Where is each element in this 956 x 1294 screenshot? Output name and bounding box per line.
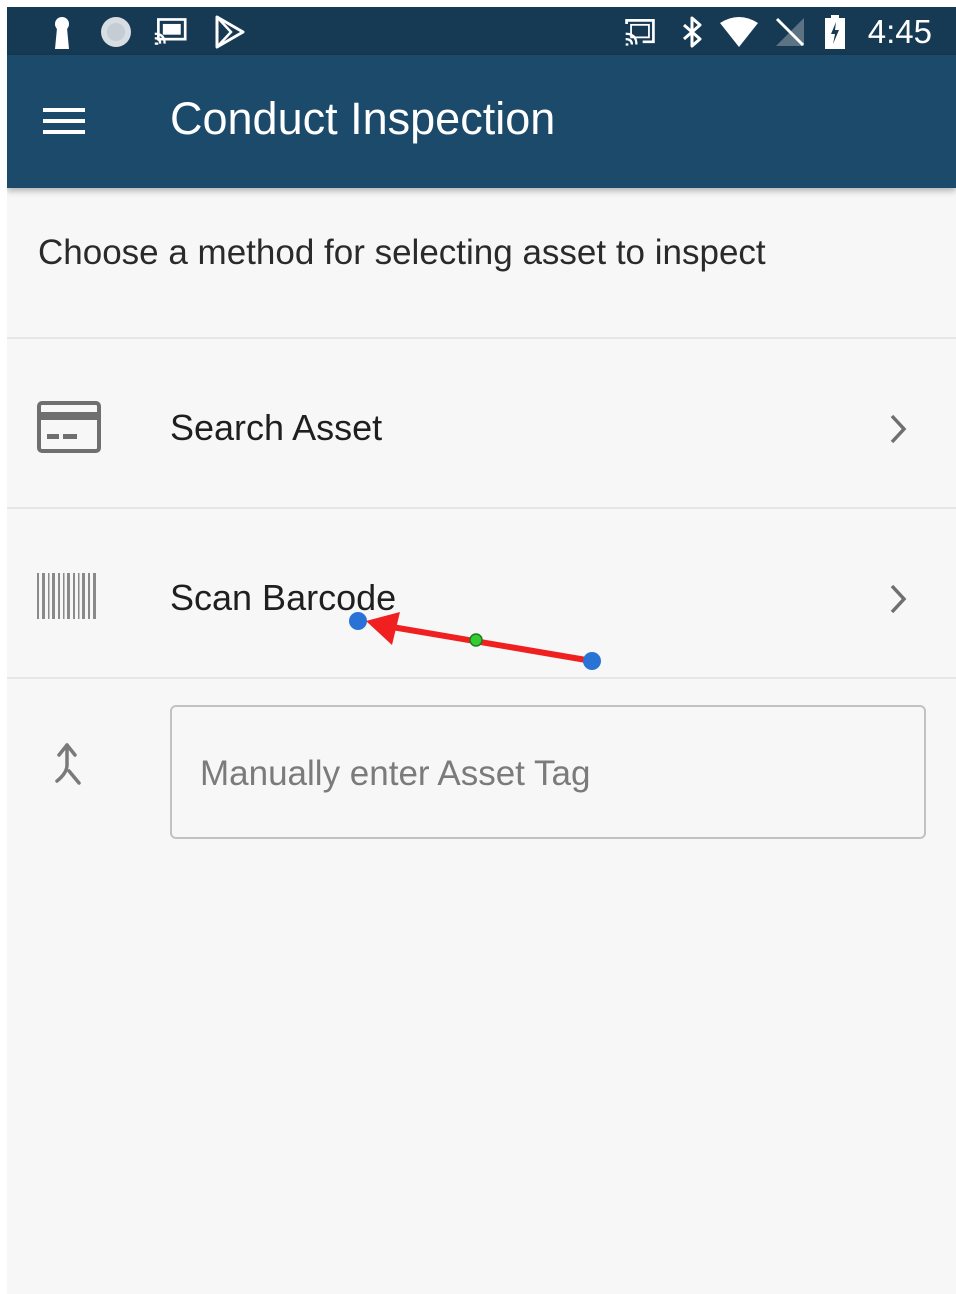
app-bar: Conduct Inspection [7,55,956,188]
battery-charging-icon [825,15,845,49]
status-clock: 4:45 [867,13,932,50]
circle-app-icon [101,17,131,47]
play-store-icon [215,15,245,49]
scan-barcode-option[interactable]: Scan Barcode [7,509,956,677]
divider [7,677,956,679]
search-asset-option[interactable]: Search Asset [7,339,956,507]
chevron-right-icon [890,584,907,614]
asset-tag-field[interactable] [170,705,926,839]
barcode-icon [37,573,96,619]
no-signal-icon [775,17,805,47]
hamburger-menu-icon [43,108,85,134]
instruction-text: Choose a method for selecting asset to i… [38,233,766,272]
wifi-icon [720,17,758,47]
card-icon [37,401,101,453]
merge-arrow-icon [55,743,81,785]
device-screen: 4:45 Conduct Inspection Choose a method … [7,7,956,1294]
asset-tag-input[interactable] [198,737,892,811]
status-bar: 4:45 [7,7,956,55]
keyhole-icon [55,17,69,49]
scan-barcode-label: Scan Barcode [170,577,397,618]
cast-screen-icon [154,18,187,45]
menu-button[interactable] [33,93,93,149]
cast-icon [625,19,655,46]
chevron-right-icon [890,414,907,444]
page-title: Conduct Inspection [170,93,556,144]
search-asset-label: Search Asset [170,407,383,448]
bluetooth-icon [683,16,702,48]
